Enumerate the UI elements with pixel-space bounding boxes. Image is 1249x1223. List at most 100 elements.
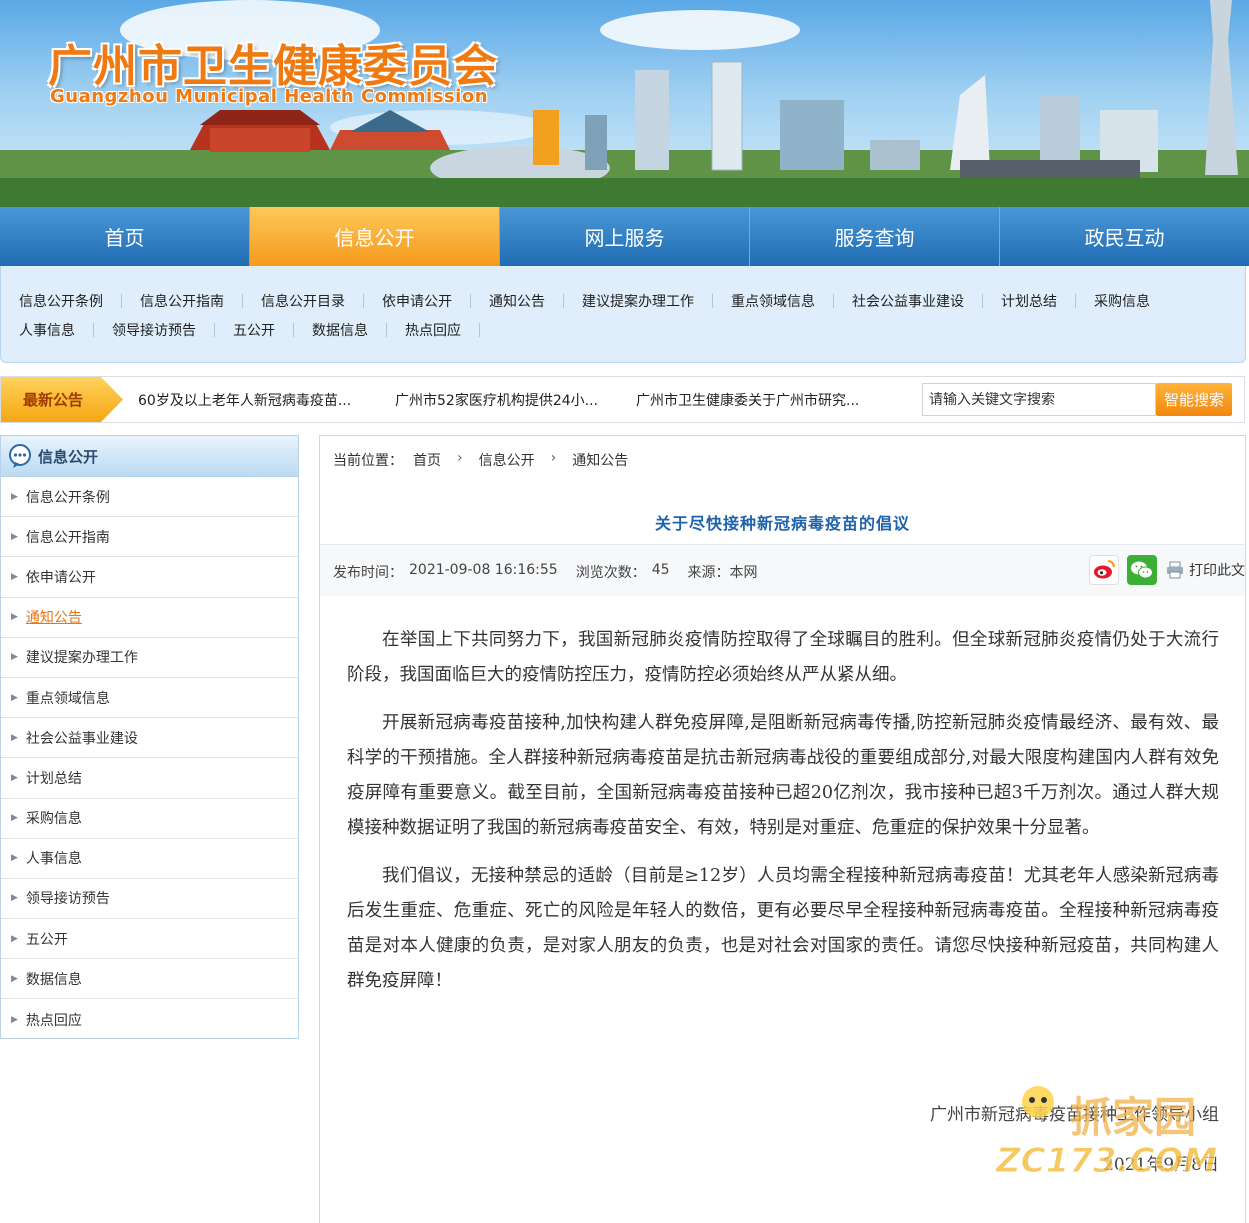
sidebar-item-label: 依申请公开 [25, 569, 96, 586]
article-meta-bar: 发布时间： 2021-09-08 16:16:55 浏览次数： 45 来源： 本… [320, 544, 1245, 596]
printer-icon[interactable] [1165, 560, 1185, 580]
sidebar-item-label: 热点回应 [25, 1012, 82, 1029]
sub-nav-link[interactable]: 信息公开指南 [130, 291, 234, 311]
notice-item[interactable]: 广州市52家医疗机构提供24小... [395, 377, 598, 422]
divider [833, 293, 834, 308]
sidebar-item[interactable]: ▶ 建议提案办理工作 [1, 638, 298, 678]
notice-item[interactable]: 60岁及以上老年人新冠病毒疫苗... [138, 377, 351, 422]
main-nav-item-online-service[interactable]: 网上服务 [500, 207, 750, 266]
sub-nav-link[interactable]: 数据信息 [302, 320, 378, 340]
divider [479, 322, 480, 337]
print-link[interactable]: 打印此文 [1189, 560, 1245, 580]
sub-nav-link[interactable]: 社会公益事业建设 [842, 291, 974, 311]
divider [242, 293, 243, 308]
sidebar-item[interactable]: ▶ 采购信息 [1, 799, 298, 839]
zc173-watermark-logo: 抓家园 ZC173.COM [995, 1086, 1218, 1180]
sidebar-item[interactable]: ▶ 信息公开指南 [1, 517, 298, 558]
sub-nav: 信息公开条例 信息公开指南 信息公开目录 依申请公开 通知公告 建议提案办理工作… [0, 266, 1246, 363]
chevron-right-icon: ▶ [11, 491, 18, 502]
sub-nav-link[interactable]: 采购信息 [1084, 291, 1160, 311]
main-nav-item-home[interactable]: 首页 [0, 207, 250, 266]
sidebar-item[interactable]: ▶ 通知公告 [1, 598, 298, 638]
sidebar-item-label: 数据信息 [25, 971, 82, 988]
chevron-right-icon: ▶ [11, 893, 18, 904]
divider [1075, 293, 1076, 308]
chevron-right-icon: ▶ [11, 571, 18, 582]
share-tools: 打印此文 [1089, 555, 1245, 585]
sidebar-item[interactable]: ▶ 人事信息 [1, 839, 298, 879]
sub-nav-link[interactable]: 重点领域信息 [721, 291, 825, 311]
sidebar-item[interactable]: ▶ 领导接访预告 [1, 879, 298, 920]
sub-nav-row: 人事信息 领导接访预告 五公开 数据信息 热点回应 [9, 315, 1237, 344]
sub-nav-link[interactable]: 五公开 [223, 320, 285, 340]
views-count: 45 [651, 562, 670, 578]
breadcrumb-link[interactable]: 通知公告 [572, 450, 628, 470]
chevron-right-icon: ▶ [11, 531, 18, 542]
sidebar-item[interactable]: ▶ 热点回应 [1, 999, 298, 1039]
chevron-right-icon: ▶ [11, 652, 18, 663]
sidebar-item-label: 采购信息 [25, 811, 82, 828]
sidebar-item-label: 重点领域信息 [25, 690, 110, 707]
chevron-right-icon: ▶ [11, 933, 18, 944]
sidebar-item[interactable]: ▶ 重点领域信息 [1, 678, 298, 719]
sidebar-item[interactable]: ▶ 信息公开条例 [1, 477, 298, 518]
publish-time-label: 发布时间： [333, 565, 403, 581]
views-label: 浏览次数： [575, 565, 646, 581]
main-nav: 首页 信息公开 网上服务 服务查询 政民互动 [0, 207, 1249, 266]
sidebar-item-label: 领导接访预告 [25, 891, 110, 908]
weibo-share-icon[interactable] [1089, 555, 1119, 585]
main-nav-item-service-query[interactable]: 服务查询 [750, 207, 1000, 266]
sidebar-item[interactable]: ▶ 数据信息 [1, 959, 298, 1000]
sub-nav-link[interactable]: 信息公开条例 [9, 291, 113, 311]
notice-item[interactable]: 广州市卫生健康委关于广州市研究... [636, 377, 859, 422]
sidebar-item-label: 计划总结 [25, 770, 82, 787]
sidebar-item-label: 五公开 [25, 931, 68, 948]
sidebar-item-label: 信息公开指南 [25, 529, 110, 546]
breadcrumb: 当前位置： 首页 › 信息公开 › 通知公告 [333, 450, 628, 470]
sidebar-item-label: 信息公开条例 [25, 489, 110, 506]
sidebar-item[interactable]: ▶ 五公开 [1, 919, 298, 960]
sidebar-item[interactable]: ▶ 社会公益事业建设 [1, 718, 298, 759]
site-title-cn: 广州市卫生健康委员会 [48, 41, 498, 92]
divider [563, 293, 564, 308]
sidebar-item-label: 通知公告 [25, 610, 82, 627]
breadcrumb-link[interactable]: 信息公开 [479, 450, 535, 470]
publish-time: 2021-09-08 16:16:55 [409, 562, 558, 578]
wechat-share-icon[interactable] [1127, 555, 1157, 585]
divider [363, 293, 364, 308]
sidebar-item-label: 建议提案办理工作 [25, 650, 138, 667]
divider [386, 322, 387, 337]
source-label: 来源： [687, 565, 730, 581]
article-paragraph: 我们倡议，无接种禁忌的适龄（目前是≥12岁）人员均需全程接种新冠病毒疫苗！尤其老… [347, 866, 1219, 991]
article-title: 关于尽快接种新冠病毒疫苗的倡议 [654, 514, 910, 533]
sub-nav-row: 信息公开条例 信息公开指南 信息公开目录 依申请公开 通知公告 建议提案办理工作… [9, 286, 1237, 315]
article-paragraph: 开展新冠病毒疫苗接种,加快构建人群免疫屏障,是阻断新冠病毒传播,防控新冠肺炎疫情… [347, 713, 1219, 838]
search-input[interactable] [922, 383, 1156, 416]
main-nav-item-interaction[interactable]: 政民互动 [1000, 207, 1249, 266]
sub-nav-link[interactable]: 领导接访预告 [102, 320, 206, 340]
sub-nav-link[interactable]: 热点回应 [395, 320, 471, 340]
article-meta: 发布时间： 2021-09-08 16:16:55 浏览次数： 45 来源： 本… [333, 562, 764, 582]
svg-text:抓家园: 抓家园 [1070, 1093, 1196, 1142]
sidebar-item[interactable]: ▶ 依申请公开 [1, 557, 298, 598]
sub-nav-link[interactable]: 依申请公开 [372, 291, 462, 311]
smart-search-button[interactable]: 智能搜索 [1156, 383, 1232, 416]
chevron-right-icon: ▶ [11, 732, 18, 743]
sub-nav-link[interactable]: 计划总结 [991, 291, 1067, 311]
site-banner: 广州市卫生健康委员会 Guangzhou Municipal Health Co… [0, 0, 1249, 207]
sidebar-item-label: 人事信息 [25, 851, 82, 868]
sidebar-item[interactable]: ▶ 计划总结 [1, 758, 298, 799]
article-body: 在举国上下共同努力下，我国新冠肺炎疫情防控取得了全球瞩目的胜利。但全球新冠肺炎疫… [347, 623, 1219, 1012]
chevron-right-icon: ▶ [11, 1014, 18, 1025]
sub-nav-link[interactable]: 人事信息 [9, 320, 85, 340]
chevron-right-icon: ▶ [11, 612, 18, 623]
chevron-right-icon: ▶ [11, 853, 18, 864]
sub-nav-link[interactable]: 建议提案办理工作 [572, 291, 704, 311]
chevron-right-icon: ▶ [11, 973, 18, 984]
sidebar-list: ▶ 信息公开条例 ▶ 信息公开指南 ▶ 依申请公开 ▶ 通知公告 ▶ 建议提案办理工作 ▶ 重点领域信… [1, 477, 298, 1040]
main-nav-item-info-disclosure[interactable]: 信息公开 [250, 207, 500, 266]
breadcrumb-link[interactable]: 首页 [413, 450, 441, 470]
sub-nav-link[interactable]: 通知公告 [479, 291, 555, 311]
article-paragraph: 在举国上下共同努力下，我国新冠肺炎疫情防控取得了全球瞩目的胜利。但全球新冠肺炎疫… [347, 630, 1219, 685]
sub-nav-link[interactable]: 信息公开目录 [251, 291, 355, 311]
